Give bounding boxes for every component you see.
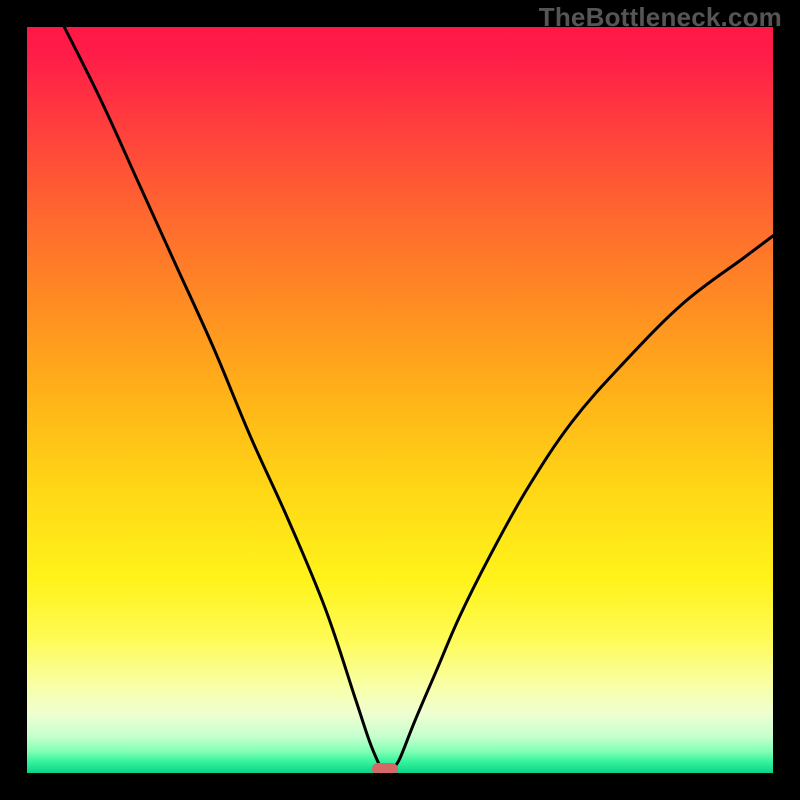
watermark-text: TheBottleneck.com bbox=[539, 2, 782, 33]
minimum-marker bbox=[372, 763, 398, 773]
curve-left-branch bbox=[64, 27, 381, 769]
plot-area bbox=[27, 27, 773, 773]
chart-frame: TheBottleneck.com bbox=[0, 0, 800, 800]
bottleneck-curve bbox=[27, 27, 773, 773]
curve-right-branch bbox=[393, 236, 773, 769]
